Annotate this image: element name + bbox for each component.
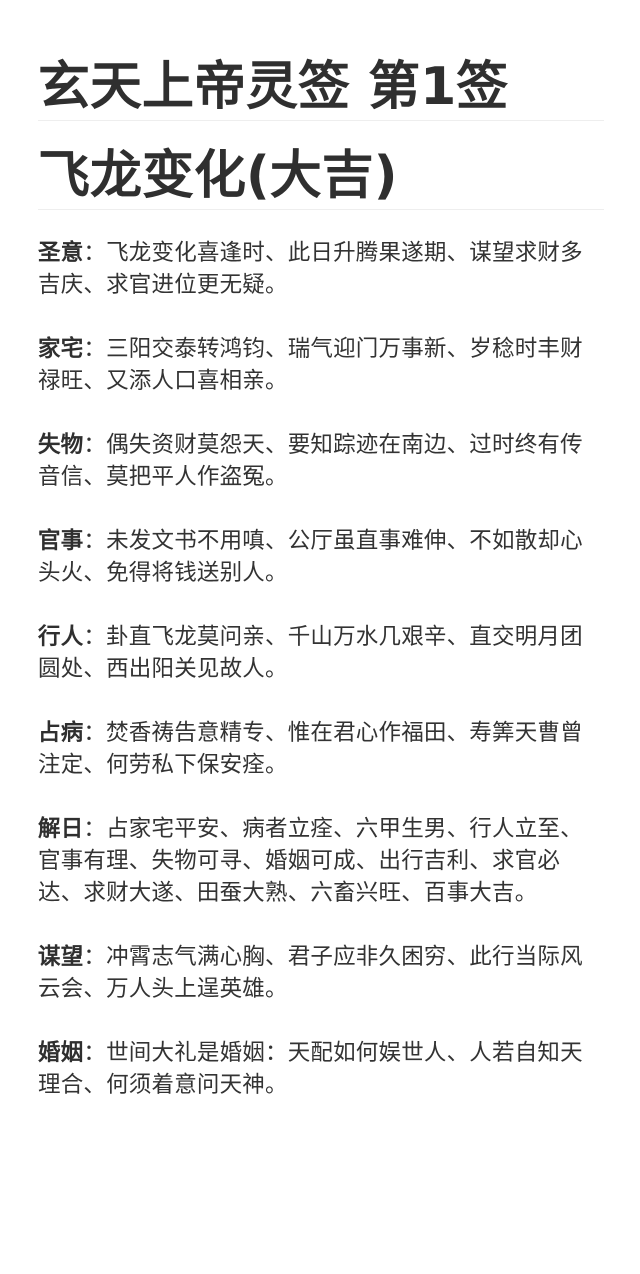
entry-separator: ： — [83, 624, 107, 650]
entry-separator: ： — [83, 816, 107, 842]
entry-label: 失物 — [38, 432, 84, 458]
entry-text: 三阳交泰转鸿钧、瑞气迎门万事新、岁稔时丰财禄旺、又添人口喜相亲。 — [38, 336, 583, 394]
page-title: 玄天上帝灵签 第1签 — [38, 57, 509, 117]
entry-label: 谋望 — [38, 944, 84, 970]
entry-label: 圣意 — [38, 240, 84, 266]
entry-shiwu: 失物：偶失资财莫怨天、要知踪迹在南边、过时终有传音信、莫把平人作盗冤。 — [38, 429, 602, 493]
entry-shengyi: 圣意：飞龙变化喜逢时、此日升腾果遂期、谋望求财多吉庆、求官进位更无疑。 — [38, 237, 602, 301]
entry-separator: ： — [83, 240, 107, 266]
entry-label: 家宅 — [38, 336, 84, 362]
entry-text: 世间大礼是婚姻：天配如何娱世人、人若自知天理合、何须着意问天神。 — [38, 1040, 583, 1098]
entry-label: 行人 — [38, 624, 84, 650]
entry-label: 解日 — [38, 816, 84, 842]
entry-separator: ： — [83, 1040, 107, 1066]
entry-separator: ： — [83, 944, 107, 970]
entry-text: 偶失资财莫怨天、要知踪迹在南边、过时终有传音信、莫把平人作盗冤。 — [38, 432, 583, 490]
entry-zhanbing: 占病：焚香祷告意精专、惟在君心作福田、寿筭天曹曾注定、何劳私下保安痊。 — [38, 717, 602, 781]
entry-label: 婚姻 — [38, 1040, 84, 1066]
entry-jiazhai: 家宅：三阳交泰转鸿钧、瑞气迎门万事新、岁稔时丰财禄旺、又添人口喜相亲。 — [38, 333, 602, 397]
subtitle-divider — [38, 209, 604, 210]
page-subtitle: 飞龙变化(大吉) — [38, 146, 398, 206]
page: 玄天上帝灵签 第1签 飞龙变化(大吉) 圣意：飞龙变化喜逢时、此日升腾果遂期、谋… — [0, 0, 640, 1274]
entry-text: 冲霄志气满心胸、君子应非久困穷、此行当际风云会、万人头上逞英雄。 — [38, 944, 583, 1002]
entry-hunyin: 婚姻：世间大礼是婚姻：天配如何娱世人、人若自知天理合、何须着意问天神。 — [38, 1037, 602, 1101]
entry-label: 官事 — [38, 528, 84, 554]
entry-label: 占病 — [38, 720, 84, 746]
entries-list: 圣意：飞龙变化喜逢时、此日升腾果遂期、谋望求财多吉庆、求官进位更无疑。 家宅：三… — [38, 237, 602, 1101]
entry-text: 占家宅平安、病者立痊、六甲生男、行人立至、官事有理、失物可寻、婚姻可成、出行吉利… — [38, 816, 583, 906]
entry-text: 飞龙变化喜逢时、此日升腾果遂期、谋望求财多吉庆、求官进位更无疑。 — [38, 240, 583, 298]
entry-separator: ： — [83, 432, 107, 458]
entry-separator: ： — [83, 336, 107, 362]
entry-guanshi: 官事：未发文书不用嗔、公厅虽直事难伸、不如散却心头火、免得将钱送别人。 — [38, 525, 602, 589]
entry-separator: ： — [83, 720, 107, 746]
entry-jieri: 解日：占家宅平安、病者立痊、六甲生男、行人立至、官事有理、失物可寻、婚姻可成、出… — [38, 813, 602, 909]
entry-text: 焚香祷告意精专、惟在君心作福田、寿筭天曹曾注定、何劳私下保安痊。 — [38, 720, 583, 778]
entry-text: 卦直飞龙莫问亲、千山万水几艰辛、直交明月团圆处、西出阳关见故人。 — [38, 624, 583, 682]
entry-separator: ： — [83, 528, 107, 554]
entry-mouwang: 谋望：冲霄志气满心胸、君子应非久困穷、此行当际风云会、万人头上逞英雄。 — [38, 941, 602, 1005]
entry-text: 未发文书不用嗔、公厅虽直事难伸、不如散却心头火、免得将钱送别人。 — [38, 528, 583, 586]
entry-xingren: 行人：卦直飞龙莫问亲、千山万水几艰辛、直交明月团圆处、西出阳关见故人。 — [38, 621, 602, 685]
